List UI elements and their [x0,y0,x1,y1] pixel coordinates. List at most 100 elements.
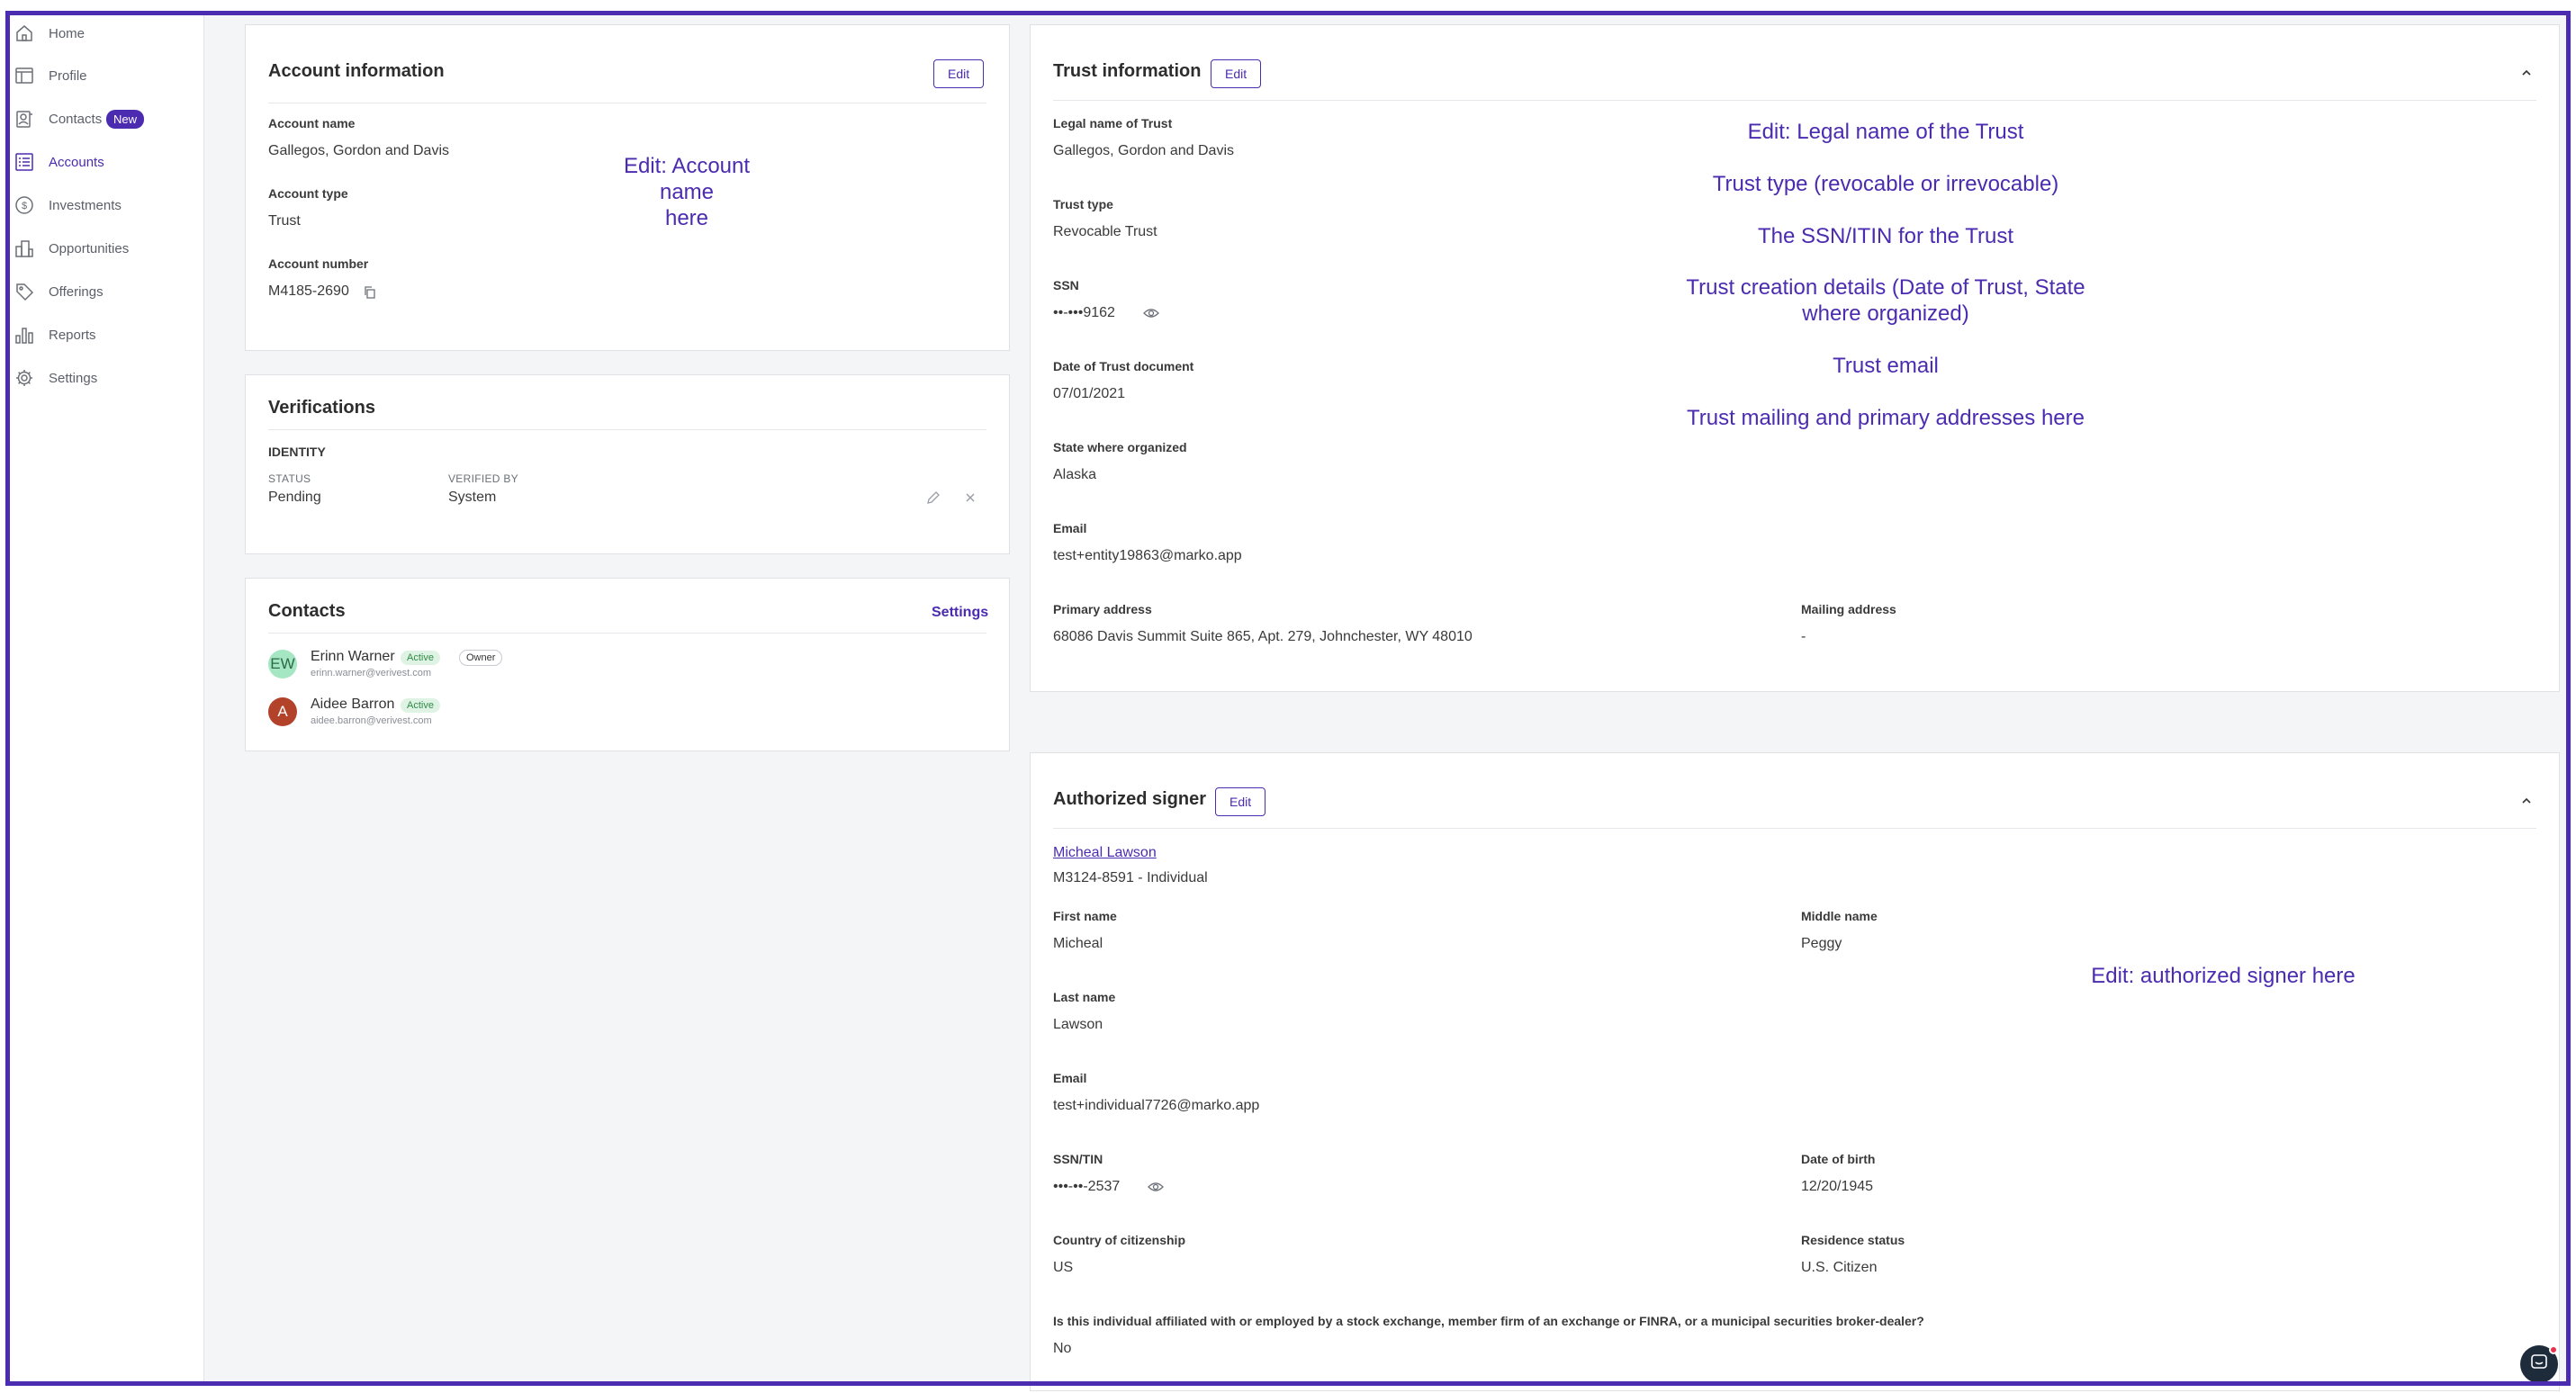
main-content: Account information Edit Account name Ga… [204,15,2566,1391]
citizenship-value: US [1053,1260,1074,1275]
dob-value: 12/20/1945 [1801,1179,1874,1194]
ssn-value: ••-•••9162 [1053,305,1115,320]
sidebar-item-label: Home [49,25,86,41]
sidebar-item-investments[interactable]: $ Investments [10,187,204,223]
account-information-card: Account information Edit Account name Ga… [245,24,1010,351]
creation-details-annotation: Trust creation details (Date of Trust, S… [1686,275,2085,326]
ssn-annotation: The SSN/ITIN for the Trust [1757,224,2014,248]
ssn-tin-value: •••-••-2537 [1053,1179,1121,1194]
trust-date-value: 07/01/2021 [1053,386,1126,401]
contacts-settings-link[interactable]: Settings [932,605,988,621]
profile-icon [14,65,35,86]
card-title: Account information [268,61,445,81]
status-badge: Active [401,651,440,665]
middle-name-label: Middle name [1801,909,1878,923]
middle-name-value: Peggy [1801,936,1842,951]
account-name-value: Gallegos, Gordon and Davis [268,143,449,158]
card-title: Verifications [268,398,375,418]
status-badge: Active [401,698,440,713]
affiliation-value: No [1053,1341,1072,1356]
sidebar-item-label: Offerings [49,283,104,300]
sidebar-item-opportunities[interactable]: Opportunities [10,230,204,266]
signer-email-value: test+individual7726@marko.app [1053,1098,1260,1113]
verified-by-label: VERIFIED BY [448,472,518,485]
edit-trust-button[interactable]: Edit [1211,59,1262,88]
primary-address-label: Primary address [1053,602,1152,616]
signer-name-link[interactable]: Micheal Lawson [1053,845,1157,861]
sidebar-item-reports[interactable]: Reports [10,317,204,353]
trust-information-card: Trust information Edit Legal name of Tru… [1030,24,2560,692]
contacts-card: Contacts Settings EW Erinn Warner Active… [245,578,1010,751]
dob-label: Date of birth [1801,1152,1876,1166]
close-icon[interactable] [963,490,977,509]
sidebar-item-label: Contacts [49,111,103,127]
last-name-value: Lawson [1053,1017,1103,1032]
sidebar-item-contacts[interactable]: Contacts New [10,101,204,137]
account-number-label: Account number [268,256,369,271]
status-label: STATUS [268,472,311,485]
status-value: Pending [268,490,321,505]
reports-icon [14,324,35,346]
signer-subline: M3124-8591 - Individual [1053,870,1208,885]
sidebar-item-label: Opportunities [49,240,130,256]
sidebar-item-label: Investments [49,197,122,213]
eye-icon[interactable] [1148,1180,1164,1199]
chevron-up-icon[interactable] [2517,791,2536,811]
chevron-up-icon[interactable] [2517,63,2536,83]
signer-annotation: Edit: authorized signer here [2091,964,2355,988]
identity-heading: IDENTITY [268,445,326,459]
trust-type-annotation: Trust type (revocable or irrevocable) [1712,172,2059,196]
contact-name[interactable]: Erinn Warner [311,649,395,665]
divider [1053,828,2536,829]
residence-value: U.S. Citizen [1801,1260,1878,1275]
sidebar-item-profile[interactable]: Profile [10,58,204,94]
eye-icon[interactable] [1143,306,1159,325]
sidebar-item-label: Reports [49,327,96,343]
copy-icon[interactable] [363,285,377,304]
verifications-card: Verifications IDENTITY STATUS Pending VE… [245,374,1010,554]
chat-launcher-button[interactable] [2520,1345,2558,1383]
verified-by-value: System [448,490,497,505]
trust-email-annotation: Trust email [1833,354,1939,378]
contact-name[interactable]: Aidee Barron [311,696,394,713]
affiliation-question: Is this individual affiliated with or em… [1053,1314,1924,1328]
sidebar-item-label: Accounts [49,154,104,170]
sidebar: Home Profile Contacts New Accounts $ Inv… [10,15,204,1381]
legal-name-value: Gallegos, Gordon and Davis [1053,143,1234,158]
sidebar-item-settings[interactable]: Settings [10,360,204,396]
primary-address-value: 68086 Davis Summit Suite 865, Apt. 279, … [1053,629,1473,644]
mailing-address-label: Mailing address [1801,602,1896,616]
accounts-icon [14,151,35,173]
edit-account-button[interactable]: Edit [933,59,985,88]
sidebar-item-label: Profile [49,67,87,84]
pencil-icon[interactable] [925,490,941,510]
sidebar-item-accounts[interactable]: Accounts [10,144,204,180]
ssn-label: SSN [1053,278,1079,292]
contact-email: erinn.warner@verivest.com [311,668,432,679]
legal-name-label: Legal name of Trust [1053,116,1173,130]
role-badge: Owner [459,650,503,666]
last-name-label: Last name [1053,990,1116,1004]
chat-icon [2529,1353,2549,1377]
first-name-value: Micheal [1053,936,1103,951]
state-value: Alaska [1053,467,1097,482]
citizenship-label: Country of citizenship [1053,1233,1185,1247]
new-badge: New [106,109,145,129]
account-type-label: Account type [268,186,348,201]
settings-icon [14,367,35,389]
contacts-icon [14,108,35,130]
divider [268,633,986,634]
sidebar-item-home[interactable]: Home [10,15,204,51]
divider [268,429,986,430]
account-number-value: M4185-2690 [268,283,349,299]
offerings-icon [14,281,35,302]
state-label: State where organized [1053,440,1187,454]
mailing-address-value: - [1801,629,1806,644]
opportunities-icon [14,238,35,259]
ssn-tin-label: SSN/TIN [1053,1152,1103,1166]
card-title: Authorized signer [1053,789,1207,809]
authorized-signer-card: Authorized signer Edit Micheal Lawson M3… [1030,752,2560,1391]
sidebar-item-offerings[interactable]: Offerings [10,274,204,310]
residence-label: Residence status [1801,1233,1905,1247]
edit-signer-button[interactable]: Edit [1215,787,1266,816]
